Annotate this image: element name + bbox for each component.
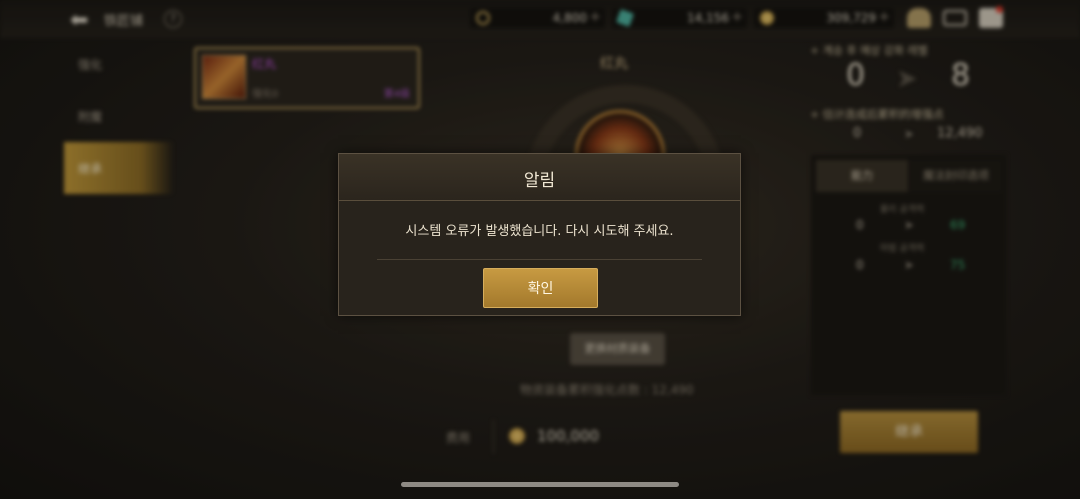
dialog-header: 알림 <box>339 154 740 201</box>
dialog-divider <box>377 259 702 260</box>
home-indicator[interactable] <box>401 482 679 487</box>
alert-dialog: 알림 시스템 오류가 발생했습니다. 다시 시도해 주세요. 확인 <box>338 153 741 316</box>
dialog-title: 알림 <box>523 171 556 191</box>
dialog-message: 시스템 오류가 발생했습니다. 다시 시도해 주세요. <box>405 224 674 239</box>
confirm-button[interactable]: 확인 <box>483 268 598 308</box>
